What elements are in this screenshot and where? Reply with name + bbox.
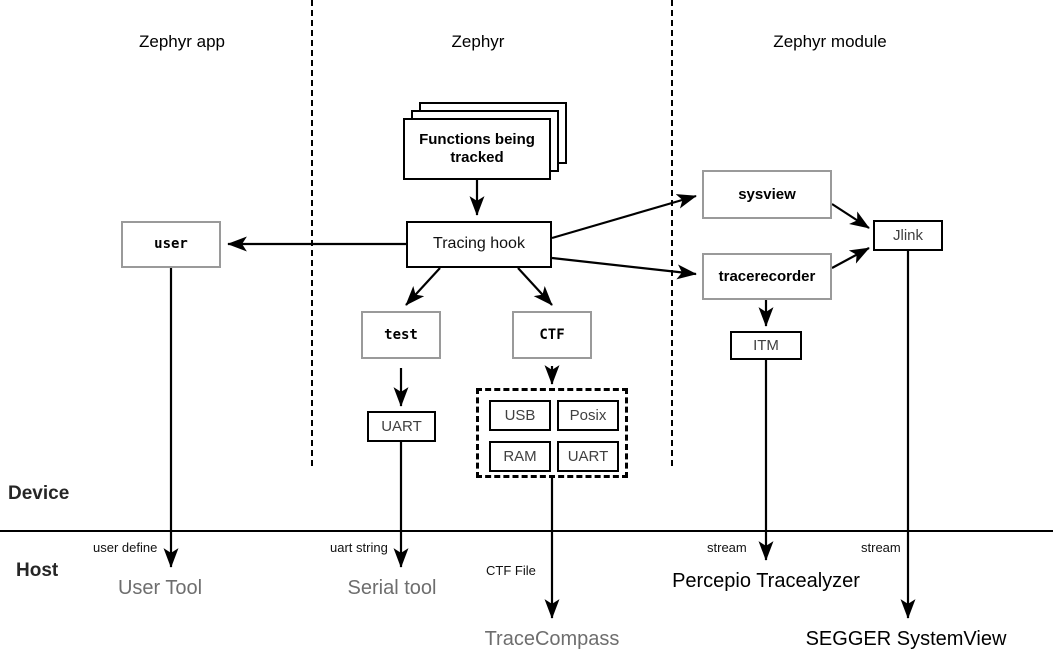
node-test[interactable]: test	[361, 311, 441, 359]
diagram-canvas: Zephyr app Zephyr Zephyr module Device H…	[0, 0, 1053, 672]
lane-title-zephyr-app: Zephyr app	[139, 32, 225, 51]
host-app-percepio-tracealyzer[interactable]: Percepio Tracealyzer	[672, 570, 860, 593]
node-backend-posix[interactable]: Posix	[557, 400, 619, 431]
edge-label-stream-itm: stream	[707, 540, 747, 555]
node-user[interactable]: user	[121, 221, 221, 268]
lane-divider-left	[311, 0, 313, 466]
edge-label-uart-string: uart string	[330, 540, 388, 555]
zone-label-device: Device	[8, 483, 70, 504]
host-app-serial-tool[interactable]: Serial tool	[348, 577, 437, 600]
node-backend-usb[interactable]: USB	[489, 400, 551, 431]
node-backend-ram[interactable]: RAM	[489, 441, 551, 472]
lane-title-zephyr: Zephyr	[451, 32, 505, 51]
node-functions-being-tracked[interactable]: Functions being tracked	[403, 118, 551, 180]
host-app-user-tool[interactable]: User Tool	[118, 577, 202, 600]
node-jlink[interactable]: Jlink	[873, 220, 943, 251]
edge-label-ctf-file: CTF File	[486, 563, 536, 578]
lane-title-zephyr-module: Zephyr module	[773, 32, 887, 51]
node-uart-serial[interactable]: UART	[367, 411, 436, 442]
node-sysview[interactable]: sysview	[702, 170, 832, 219]
host-app-tracecompass[interactable]: TraceCompass	[485, 628, 620, 651]
device-host-separator	[0, 530, 1053, 532]
host-app-segger-systemview[interactable]: SEGGER SystemView	[806, 628, 1007, 651]
lane-divider-right	[671, 0, 673, 466]
node-itm[interactable]: ITM	[730, 331, 802, 360]
node-backend-uart[interactable]: UART	[557, 441, 619, 472]
zone-label-host: Host	[16, 560, 59, 581]
edge-label-user-define: user define	[93, 540, 158, 555]
node-tracerecorder[interactable]: tracerecorder	[702, 253, 832, 300]
edge-label-stream-jlink: stream	[861, 540, 901, 555]
node-tracing-hook[interactable]: Tracing hook	[406, 221, 552, 268]
node-ctf[interactable]: CTF	[512, 311, 592, 359]
